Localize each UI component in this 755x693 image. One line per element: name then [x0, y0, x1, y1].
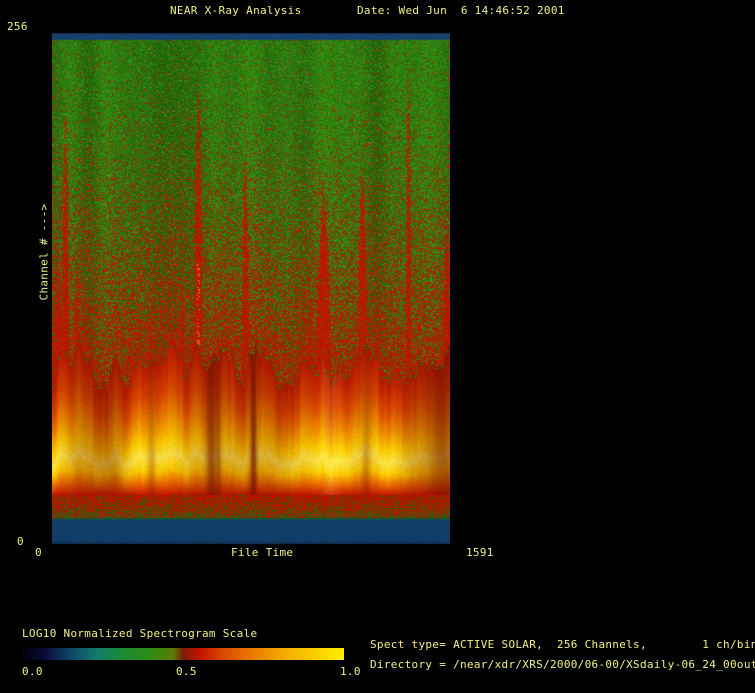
y-axis-min-label: 0: [17, 535, 24, 548]
x-axis-min-label: 0: [35, 546, 42, 559]
y-axis-title: Channel # --->: [37, 203, 51, 301]
colorbar-title: LOG10 Normalized Spectrogram Scale: [22, 627, 258, 640]
x-axis-title: File Time: [231, 546, 294, 559]
colorbar-tick-mid: 0.5: [176, 665, 197, 678]
y-axis-max-label: 256: [7, 20, 28, 33]
spectrogram-image: [52, 33, 450, 544]
page-title: NEAR X-Ray Analysis: [170, 4, 302, 17]
colorbar-tick-max: 1.0: [340, 665, 361, 678]
spect-type-info: Spect type= ACTIVE SOLAR, 256 Channels, …: [370, 638, 755, 651]
near-xray-analysis-window: NEAR X-Ray Analysis Date: Wed Jun 6 14:4…: [0, 0, 755, 693]
header-date: Date: Wed Jun 6 14:46:52 2001: [357, 4, 565, 17]
x-axis-max-label: 1591: [466, 546, 494, 559]
colorbar-gradient: [22, 648, 344, 660]
colorbar-tick-min: 0.0: [22, 665, 43, 678]
directory-info: Directory = /near/xdr/XRS/2000/06-00/XSd…: [370, 658, 755, 671]
